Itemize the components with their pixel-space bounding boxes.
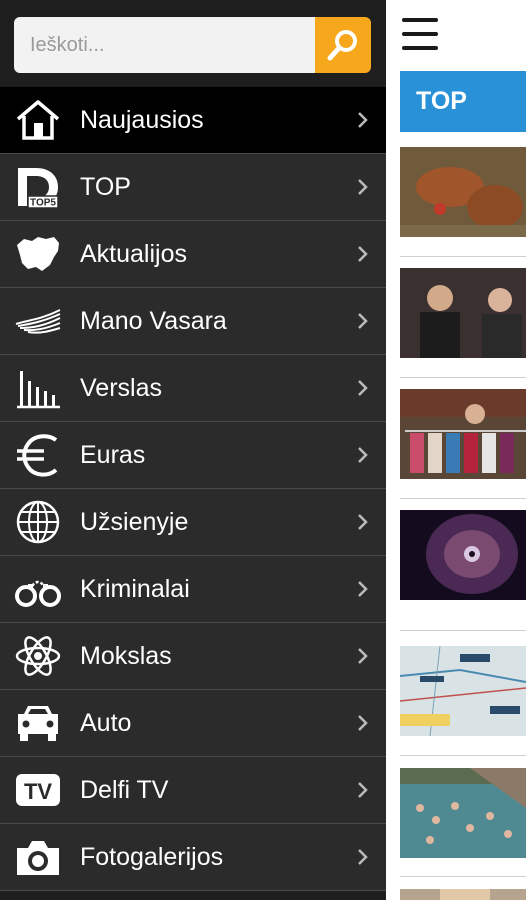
search-input[interactable] — [14, 17, 315, 73]
chevron-right-icon — [354, 446, 372, 464]
aircraft-map-photo[interactable] — [400, 646, 526, 736]
tv-icon: TV — [14, 767, 62, 813]
chevron-right-icon — [354, 714, 372, 732]
hens-photo[interactable] — [400, 147, 526, 237]
category-menu: Naujausios TOP5 TOP Aktualijos Mano Vasa… — [0, 87, 386, 891]
hamburger-menu-icon[interactable] — [400, 14, 440, 54]
politicians-photo[interactable] — [400, 268, 526, 358]
menu-item-uzsienyje[interactable]: Užsienyje — [0, 489, 386, 556]
chevron-right-icon — [354, 379, 372, 397]
section-title: TOP — [400, 71, 526, 132]
top5-icon: TOP5 — [14, 164, 62, 210]
home-icon — [14, 97, 62, 143]
divider — [400, 630, 526, 631]
atom-icon — [14, 633, 62, 679]
globe-icon — [14, 499, 62, 545]
swimmers-beach-photo[interactable] — [400, 768, 526, 858]
menu-item-label: Kriminalai — [80, 575, 190, 603]
chevron-right-icon — [354, 111, 372, 129]
divider — [400, 256, 526, 257]
menu-item-label: Mano Vasara — [80, 307, 227, 335]
menu-item-auto[interactable]: Auto — [0, 690, 386, 757]
divider — [400, 876, 526, 877]
menu-item-label: Auto — [80, 709, 132, 737]
chevron-right-icon — [354, 781, 372, 799]
portrait-photo[interactable] — [400, 888, 526, 900]
menu-item-label: Mokslas — [80, 642, 172, 670]
menu-item-kriminalai[interactable]: Kriminalai — [0, 556, 386, 623]
svg-text:TV: TV — [24, 779, 52, 804]
menu-item-mano-vasara[interactable]: Mano Vasara — [0, 288, 386, 355]
camera-icon — [14, 834, 62, 880]
navigation-drawer: Naujausios TOP5 TOP Aktualijos — [0, 0, 386, 900]
menu-item-delfi-tv[interactable]: TV Delfi TV — [0, 757, 386, 824]
chevron-right-icon — [354, 245, 372, 263]
menu-item-aktualijos[interactable]: Aktualijos — [0, 221, 386, 288]
menu-item-fotogalerijos[interactable]: Fotogalerijos — [0, 824, 386, 891]
search-button[interactable] — [315, 17, 371, 73]
handcuffs-icon — [14, 566, 62, 612]
menu-item-label: Fotogalerijos — [80, 843, 224, 871]
chevron-right-icon — [354, 312, 372, 330]
menu-item-label: Užsienyje — [80, 508, 189, 536]
car-icon — [14, 700, 62, 746]
chevron-right-icon — [354, 178, 372, 196]
divider — [400, 755, 526, 756]
space-nebula-photo[interactable] — [400, 510, 526, 600]
menu-item-mokslas[interactable]: Mokslas — [0, 623, 386, 690]
menu-item-naujausios[interactable]: Naujausios — [0, 87, 386, 154]
chevron-right-icon — [354, 848, 372, 866]
divider — [400, 377, 526, 378]
search-bar — [14, 17, 371, 73]
content-panel: TOP — [386, 0, 526, 900]
chevron-right-icon — [354, 647, 372, 665]
bar-chart-icon — [14, 365, 62, 411]
euro-icon — [14, 432, 62, 478]
menu-item-label: Naujausios — [80, 106, 204, 134]
chevron-right-icon — [354, 580, 372, 598]
menu-item-label: Aktualijos — [80, 240, 187, 268]
menu-item-label: Delfi TV — [80, 776, 169, 804]
svg-text:TOP5: TOP5 — [30, 198, 56, 209]
divider — [400, 498, 526, 499]
menu-item-top[interactable]: TOP5 TOP — [0, 154, 386, 221]
menu-item-euras[interactable]: Euras — [0, 422, 386, 489]
menu-item-label: TOP — [80, 173, 131, 201]
search-icon — [327, 30, 357, 61]
chevron-right-icon — [354, 513, 372, 531]
menu-item-label: Verslas — [80, 374, 162, 402]
wings-icon — [14, 298, 62, 344]
lithuania-map-icon — [14, 231, 62, 277]
menu-item-verslas[interactable]: Verslas — [0, 355, 386, 422]
menu-item-label: Euras — [80, 441, 146, 469]
woman-clothes-rack-photo[interactable] — [400, 389, 526, 479]
